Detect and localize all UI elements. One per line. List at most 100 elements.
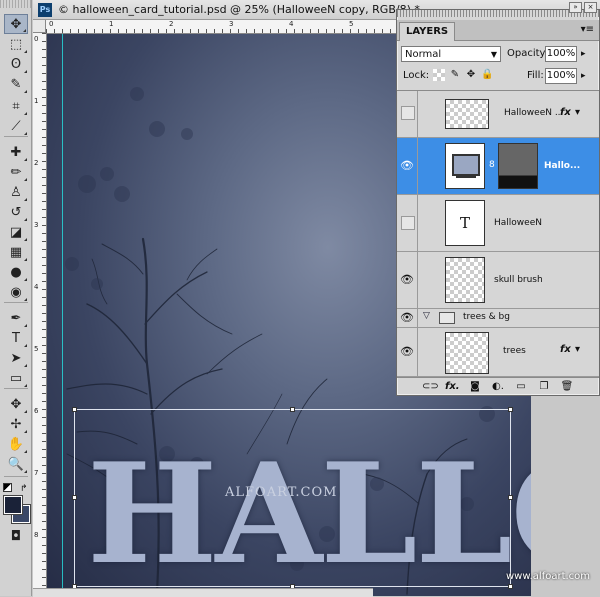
lock-all-icon[interactable]: 🔒 [481, 69, 493, 81]
swap-colors-icon[interactable]: ↱ [20, 484, 28, 494]
layers-panel-footer: ⊂⊃ fx. ◙ ◐. ▭ ❐ 🗑 [397, 377, 599, 395]
ruler-tick-label: 2 [169, 20, 174, 28]
lock-fill-row: Lock: ✎ ✥ 🔒 Fill: 100% ▸ [401, 68, 595, 86]
eye-icon[interactable]: 👁 [399, 310, 415, 326]
visibility-toggle[interactable] [401, 106, 415, 120]
add-layer-mask-icon[interactable]: ◙ [468, 381, 482, 392]
marquee-icon: ⬚ [9, 36, 23, 52]
new-group-icon[interactable]: ▭ [514, 381, 528, 392]
vertical-guide[interactable] [62, 34, 63, 596]
path-selection-tool[interactable]: ➤ [4, 348, 28, 368]
eye-icon[interactable]: 👁 [399, 344, 415, 360]
fill-label: Fill: [527, 70, 544, 81]
hand-tool[interactable]: ✋ [4, 434, 28, 454]
lock-image-brush-icon[interactable]: ✎ [449, 69, 461, 81]
text-layer-thumbnail: T [445, 200, 485, 246]
healing-brush-icon: ✚ [10, 144, 22, 160]
tools-panel: ✥ ⬚ ʘ ✎ ⌗ ⟋ ✚ ✏ ♙ ↺ ◪ ▦ ● ◉ ✒ T ➤ ▭ ✥ ✢ ✋ 🔍 ↱ ◘ [0, 0, 32, 596]
3d-rotate-tool[interactable]: ✥ [4, 394, 28, 414]
lasso-tool[interactable]: ʘ [4, 54, 28, 74]
opacity-field[interactable]: 100% [545, 46, 577, 62]
layers-panel-header[interactable]: » × [397, 2, 599, 17]
history-brush-tool[interactable]: ↺ [4, 202, 28, 222]
pen-tool[interactable]: ✒ [4, 308, 28, 328]
transform-bounding-box[interactable] [72, 407, 513, 589]
panel-menu-icon[interactable]: ▾≡ [581, 24, 594, 35]
collapse-panel-icon[interactable]: » [569, 2, 582, 13]
clone-stamp-icon: ♙ [10, 184, 22, 200]
zoom-tool[interactable]: 🔍 [4, 454, 28, 474]
link-mask-icon[interactable]: 8 [489, 160, 495, 170]
ruler-origin[interactable] [33, 20, 46, 33]
blend-opacity-row: Normal ▼ Opacity: 100% ▸ [401, 46, 595, 64]
expand-effects-icon[interactable]: ▾ [575, 344, 580, 355]
eyedropper-tool[interactable]: ⟋ [4, 116, 28, 136]
zoom-icon: 🔍 [7, 456, 25, 472]
close-panel-icon[interactable]: × [584, 2, 597, 13]
layer-effects-icon[interactable]: fx [560, 344, 571, 355]
tab-layers[interactable]: LAYERS [399, 22, 456, 41]
transform-handle-top-right[interactable] [508, 407, 513, 412]
ruler-tick-label: 1 [34, 97, 39, 105]
transform-handle-right[interactable] [508, 495, 513, 500]
adjustment-layer-icon[interactable]: ◐. [491, 381, 505, 392]
layer-thumbnail [445, 99, 489, 129]
crop-tool[interactable]: ⌗ [4, 96, 28, 116]
site-watermark: www.alfoart.com [506, 571, 591, 582]
dodge-tool[interactable]: ◉ [4, 282, 28, 302]
transform-handle-left[interactable] [72, 495, 77, 500]
layer-row-halloween-selected[interactable]: 👁 8 Hallo... [397, 138, 599, 195]
healing-brush-tool[interactable]: ✚ [4, 142, 28, 162]
layer-row-trees[interactable]: 👁 trees fx ▾ [397, 328, 599, 377]
layer-row-skull-brush[interactable]: 👁 skull brush [397, 252, 599, 309]
move-tool[interactable]: ✥ [4, 14, 28, 34]
layer-mask-thumbnail[interactable] [498, 143, 538, 189]
brush-tool[interactable]: ✏ [4, 162, 28, 182]
ruler-tick-label: 0 [49, 20, 54, 28]
layer-name: HalloweeN [494, 218, 542, 228]
move-icon: ✥ [10, 16, 22, 32]
group-expanded-icon[interactable]: ▽ [423, 311, 430, 321]
add-layer-style-icon[interactable]: fx. [445, 381, 460, 392]
lock-transparent-icon[interactable] [433, 69, 445, 81]
layer-group-trees-bg[interactable]: 👁 ▽ trees & bg [397, 309, 599, 328]
3d-camera-tool[interactable]: ✢ [4, 414, 28, 434]
layer-row-halloween-text[interactable]: T HalloweeN [397, 195, 599, 252]
quick-selection-tool[interactable]: ✎ [4, 74, 28, 94]
expand-effects-icon[interactable]: ▾ [575, 107, 580, 118]
layer-thumbnail[interactable] [445, 143, 485, 189]
transform-handle-bottom-right[interactable] [508, 584, 513, 589]
transform-handle-top-left[interactable] [72, 407, 77, 412]
visibility-toggle[interactable] [401, 216, 415, 230]
ruler-tick-label: 5 [34, 345, 39, 353]
tools-panel-grip[interactable] [0, 0, 31, 8]
link-layers-icon[interactable]: ⊂⊃ [422, 381, 439, 392]
eye-icon[interactable]: 👁 [399, 158, 415, 174]
new-layer-icon[interactable]: ❐ [537, 381, 551, 392]
type-tool[interactable]: T [4, 328, 28, 348]
default-colors-icon[interactable] [3, 483, 12, 492]
eye-icon[interactable]: 👁 [399, 272, 415, 288]
transform-handle-top[interactable] [290, 407, 295, 412]
fill-dropdown-icon[interactable]: ▸ [581, 68, 586, 84]
eraser-tool[interactable]: ◪ [4, 222, 28, 242]
layer-row-halloween-copy[interactable]: HalloweeN ... fx ▾ [397, 91, 599, 138]
quick-mask-icon[interactable]: ◘ [4, 526, 28, 546]
gradient-tool[interactable]: ▦ [4, 242, 28, 262]
layer-thumbnail [445, 257, 485, 303]
shape-icon: ▭ [9, 370, 23, 386]
fill-field[interactable]: 100% [545, 68, 577, 84]
shape-tool[interactable]: ▭ [4, 368, 28, 388]
delete-layer-icon[interactable]: 🗑 [560, 381, 574, 392]
foreground-color-swatch[interactable] [3, 495, 23, 515]
brush-icon: ✏ [10, 164, 22, 180]
opacity-dropdown-icon[interactable]: ▸ [581, 46, 586, 62]
pen-icon: ✒ [10, 310, 22, 326]
layer-effects-icon[interactable]: fx [560, 107, 571, 118]
lock-position-icon[interactable]: ✥ [465, 69, 477, 81]
marquee-tool[interactable]: ⬚ [4, 34, 28, 54]
blur-tool[interactable]: ● [4, 262, 28, 282]
vertical-ruler[interactable]: 0 1 2 3 4 5 6 7 8 [33, 33, 47, 596]
clone-stamp-tool[interactable]: ♙ [4, 182, 28, 202]
blend-mode-select[interactable]: Normal ▼ [401, 46, 501, 62]
